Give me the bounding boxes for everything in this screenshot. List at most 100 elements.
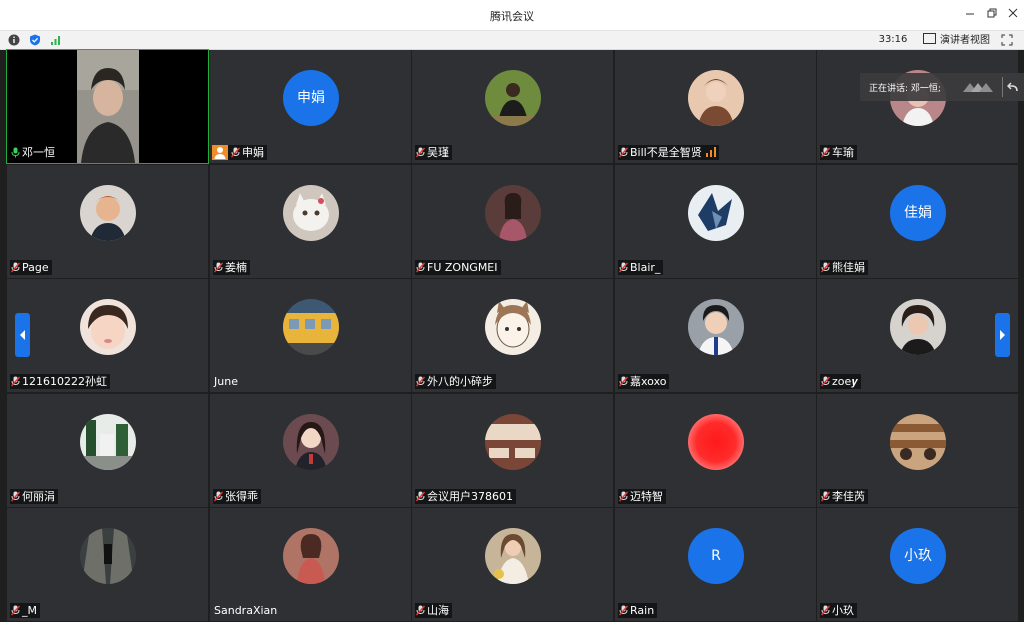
microphone-muted-icon [619,262,628,273]
participant-video [77,50,139,163]
participant-tile[interactable]: 迈特智 [615,394,816,507]
presenter-view-button[interactable]: 演讲者视图 [923,33,990,47]
previous-page-button[interactable] [15,313,30,357]
participant-avatar [485,70,541,126]
participant-tile[interactable]: FU ZONGMEI [412,165,613,278]
participant-name: 李佳芮 [820,489,868,504]
participant-avatar [890,414,946,470]
microphone-muted-icon [11,376,20,387]
participant-avatar [688,70,744,126]
collapse-arrow-icon[interactable] [1007,81,1019,93]
microphone-muted-icon [416,605,425,616]
participant-name: 熊佳娟 [820,260,868,275]
participant-tile[interactable]: Bill不是全智贤 [615,50,816,163]
participant-avatar [283,185,339,241]
participant-avatar [890,299,946,355]
participant-name: 121610222孙虹 [10,374,110,389]
participant-name: 嘉xoxo [618,374,670,389]
network-signal-icon[interactable] [50,34,62,46]
participant-avatar [688,185,744,241]
speaking-text: 正在讲话: 邓一恒; [869,84,941,94]
microphone-muted-icon [619,605,628,616]
minimize-icon[interactable] [962,7,978,23]
meeting-toolbar: 33:16 演讲者视图 [0,31,1024,50]
participant-tile[interactable]: 吴瑾 [412,50,613,163]
participant-tile[interactable]: _M [7,508,208,621]
participant-tile[interactable]: June [210,279,411,392]
microphone-muted-icon [619,147,628,158]
microphone-icon [11,147,20,158]
speaking-indicator: 正在讲话: 邓一恒; [860,73,1024,101]
participant-name: _M [10,603,40,618]
meeting-timer: 33:16 [878,34,908,45]
participant-name: Blair_ [618,260,664,275]
participant-avatar [688,299,744,355]
participant-tile[interactable]: 张得乖 [210,394,411,507]
microphone-muted-icon [821,376,830,387]
participant-tile[interactable]: 姜楠 [210,165,411,278]
grid-view-icon [923,33,936,44]
participant-tile[interactable]: 何丽涓 [7,394,208,507]
participant-avatar [80,528,136,584]
window-title: 腾讯会议 [490,10,534,23]
participant-name: zoe𝒚 [820,374,862,389]
divider [1002,77,1003,97]
participant-tile[interactable]: Page [7,165,208,278]
participant-tile[interactable]: 山海 [412,508,613,621]
title-bar: 腾讯会议 [0,0,1024,31]
participant-tile[interactable]: 车瑜 [817,50,1018,163]
security-shield-icon[interactable] [29,34,41,46]
participant-tile[interactable]: 121610222孙虹 [7,279,208,392]
microphone-muted-icon [214,491,223,502]
microphone-muted-icon [416,376,425,387]
participant-name: 小玖 [820,603,857,618]
microphone-muted-icon [619,376,628,387]
text-avatar: 申娟 [283,70,339,126]
participant-tile[interactable]: 佳娟 熊佳娟 [817,165,1018,278]
participant-tile[interactable]: 会议用户378601 [412,394,613,507]
participant-avatar [283,299,339,355]
participant-avatar [485,414,541,470]
participant-name: 车瑜 [820,145,857,160]
text-avatar: 佳娟 [890,185,946,241]
participant-tile[interactable]: 外八的小碎步 [412,279,613,392]
participant-name: Bill不是全智贤 [618,145,719,160]
participant-tile[interactable]: 申娟 申娟 [210,50,411,163]
participant-avatar [688,414,744,470]
chevron-left-icon [20,330,25,340]
participant-avatar [80,414,136,470]
next-page-button[interactable] [995,313,1010,357]
presenter-view-label: 演讲者视图 [940,35,990,46]
participant-name: 姜楠 [213,260,250,275]
microphone-muted-icon [619,491,628,502]
close-icon[interactable] [1005,7,1021,23]
microphone-muted-icon [416,262,425,273]
microphone-muted-icon [821,605,830,616]
restore-icon[interactable] [984,7,1000,23]
participant-tile[interactable]: 嘉xoxo [615,279,816,392]
participant-avatar [283,414,339,470]
fullscreen-icon[interactable] [1001,34,1013,46]
participant-name: 会议用户378601 [415,489,516,504]
participant-tile[interactable]: 邓一恒 [6,49,209,164]
participant-tile[interactable]: 小玖 小玖 [817,508,1018,621]
participant-tile[interactable]: zoe𝒚 [817,279,1018,392]
microphone-muted-icon [214,262,223,273]
microphone-muted-icon [11,262,20,273]
participant-name: June [214,375,238,388]
participant-tile[interactable]: 李佳芮 [817,394,1018,507]
participant-tile[interactable]: R Rain [615,508,816,621]
participant-avatar [80,185,136,241]
participant-name: 外八的小碎步 [415,374,496,389]
microphone-muted-icon [821,147,830,158]
participant-tile[interactable]: SandraXian [210,508,411,621]
participant-name: Page [10,260,52,275]
participant-name: 张得乖 [213,489,261,504]
participant-name: 邓一恒 [10,145,58,160]
participant-name: 吴瑾 [415,145,452,160]
participant-avatar [283,528,339,584]
info-icon[interactable] [8,34,20,46]
host-icon [212,145,228,160]
participant-tile[interactable]: Blair_ [615,165,816,278]
chevron-right-icon [1000,330,1005,340]
